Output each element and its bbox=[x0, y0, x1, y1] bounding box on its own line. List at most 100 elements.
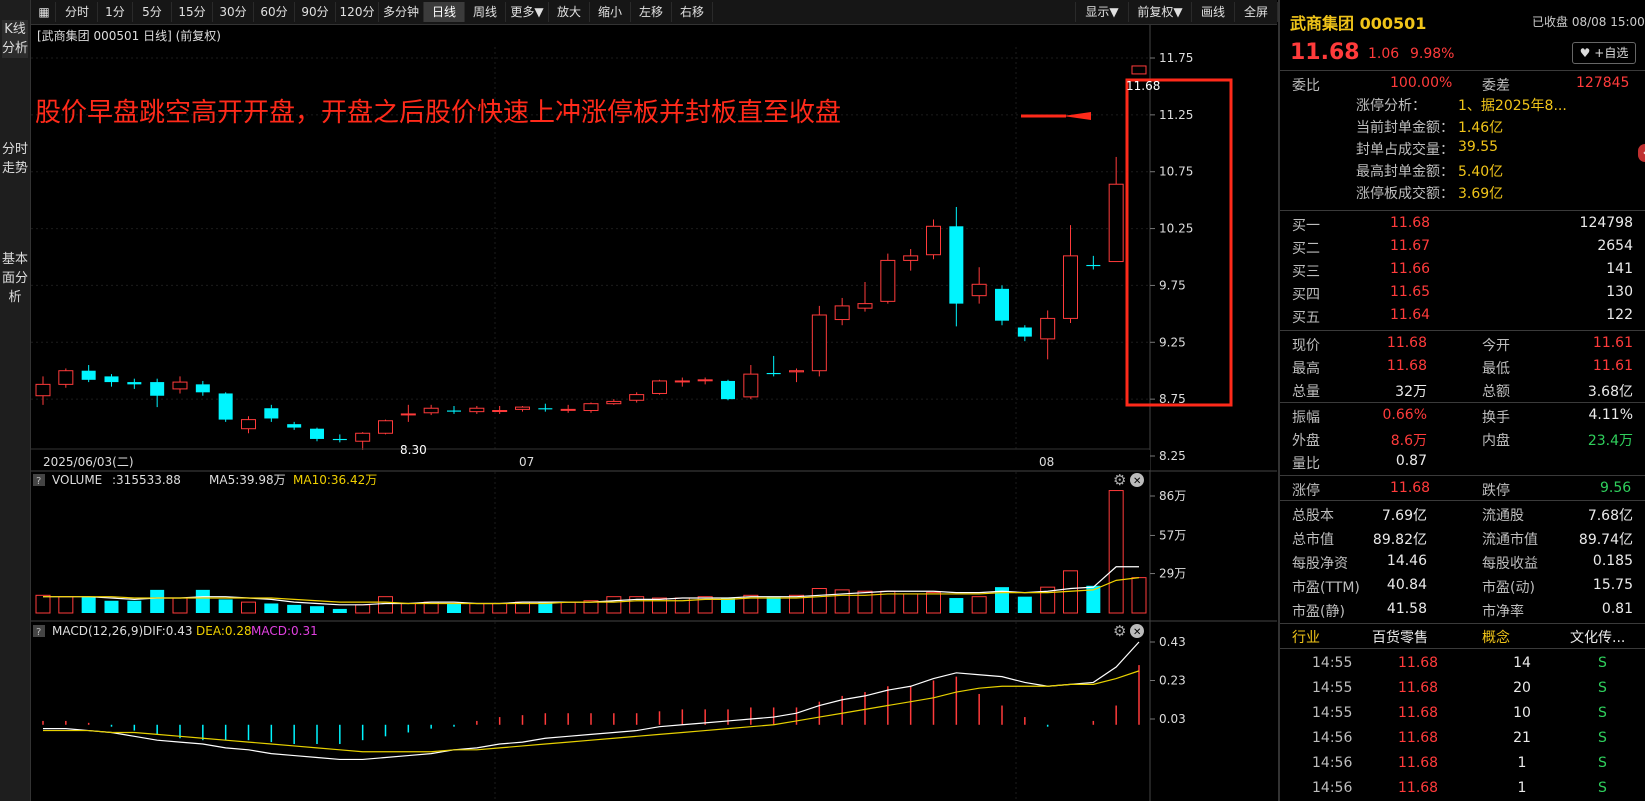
heart-icon: ♥ bbox=[1579, 46, 1591, 60]
candle-body bbox=[1017, 327, 1032, 337]
toolbar-item-12[interactable]: 放大 bbox=[549, 2, 590, 22]
add-watchlist-button[interactable]: ♥ +自选 bbox=[1572, 42, 1636, 64]
toolbar-item-9[interactable]: 日线 bbox=[424, 2, 465, 22]
chart-area[interactable]: [武商集团 000501 日线] (前复权) 11.75 11.25 10.75 10… bbox=[31, 25, 1277, 801]
quote1-row: 最高 11.68 最低 11.61 bbox=[1292, 358, 1633, 377]
limit-row: 封单占成交量： 39.55 bbox=[1356, 139, 1499, 158]
toolbar-item-5[interactable]: 60分 bbox=[254, 2, 295, 22]
candle-body bbox=[310, 428, 324, 439]
candle-body bbox=[127, 382, 142, 385]
volume-tick-label: 57万 bbox=[1159, 528, 1186, 542]
candle-body bbox=[81, 370, 96, 380]
volume-bar bbox=[355, 604, 371, 614]
candle-body bbox=[332, 438, 347, 441]
macd-value: MACD:0.31 bbox=[251, 624, 318, 638]
divider bbox=[1280, 500, 1645, 501]
candle-body bbox=[58, 370, 74, 385]
industry-value[interactable]: 百货零售 bbox=[1372, 627, 1428, 647]
bid-row[interactable]: 买一 11.68 124798 bbox=[1280, 212, 1645, 236]
toolbar-item-7[interactable]: 120分 bbox=[336, 2, 379, 22]
candle-body bbox=[287, 424, 302, 428]
candle-body bbox=[880, 259, 896, 302]
toolbar-item-6[interactable]: 90分 bbox=[295, 2, 336, 22]
divider bbox=[1280, 475, 1645, 476]
candle-body bbox=[834, 305, 850, 321]
tab-fundamentals[interactable]: 基本面分析 bbox=[2, 250, 28, 307]
quote2-row: 振幅 0.66% 换手 4.11% bbox=[1292, 407, 1633, 426]
tick-row: 14:55 11.68 10 S bbox=[1312, 705, 1607, 721]
bid-row[interactable]: 买五 11.64 122 bbox=[1280, 304, 1645, 328]
toolbar-item-0[interactable]: 分时 bbox=[57, 2, 98, 22]
volume-bar bbox=[606, 596, 622, 614]
candle-body bbox=[674, 380, 690, 383]
toolbar-item-8[interactable]: 多分钟 bbox=[379, 2, 424, 22]
toolbar-item-10[interactable]: 周线 bbox=[465, 2, 506, 22]
toolbar-right-item-1[interactable]: 前复权▼ bbox=[1128, 2, 1192, 22]
candle-body bbox=[104, 376, 119, 383]
price-tick-label: 8.25 bbox=[1159, 449, 1186, 463]
toolbar-right-item-2[interactable]: 画线 bbox=[1191, 2, 1235, 22]
toolbar-item-14[interactable]: 左移 bbox=[631, 2, 672, 22]
date-label-august: 08 bbox=[1039, 455, 1054, 469]
tab-intraday[interactable]: 分时走势 bbox=[2, 140, 28, 178]
volume-bar bbox=[492, 602, 508, 614]
toolbar-item-2[interactable]: 5分 bbox=[133, 2, 172, 22]
candle-body bbox=[538, 408, 553, 410]
toolbar-item-1[interactable]: 1分 bbox=[98, 2, 133, 22]
volume-bar bbox=[1017, 596, 1032, 613]
toolbar-item-11[interactable]: 更多▼ bbox=[506, 2, 549, 22]
collapse-arrow-icon[interactable]: ‹ bbox=[1638, 144, 1645, 162]
tick-row: 14:55 11.68 14 S bbox=[1312, 655, 1607, 671]
bid-row[interactable]: 买四 11.65 130 bbox=[1280, 281, 1645, 305]
candle-body bbox=[1108, 183, 1124, 263]
tab-k-line[interactable]: K线分析 bbox=[2, 20, 28, 58]
bid-row[interactable]: 买三 11.66 141 bbox=[1280, 258, 1645, 282]
candle-body bbox=[172, 381, 188, 390]
toolbar-item-4[interactable]: 30分 bbox=[213, 2, 254, 22]
volume-bar bbox=[264, 603, 279, 613]
tick-row: 14:56 11.68 1 S bbox=[1312, 780, 1607, 796]
fund-row: 总股本 7.69亿 流通股 7.68亿 bbox=[1292, 508, 1633, 524]
macd-settings-icon[interactable]: ⚙ bbox=[1113, 622, 1126, 640]
candle-body bbox=[1040, 317, 1056, 340]
limit-price-row: 涨停 11.68 跌停 9.56 bbox=[1292, 480, 1632, 499]
price-change: 1.06 bbox=[1368, 46, 1400, 62]
volume-bar bbox=[310, 606, 324, 613]
toolbar-right-item-3[interactable]: 全屏 bbox=[1234, 2, 1278, 22]
volume-bar bbox=[721, 598, 735, 613]
volume-bar bbox=[400, 602, 416, 614]
volume-bar bbox=[560, 601, 576, 614]
market-status: 已收盘 08/08 15:00 bbox=[1532, 15, 1645, 29]
toolbar-item-15[interactable]: 右移 bbox=[672, 2, 713, 22]
volume-bar bbox=[218, 599, 233, 613]
toolbar-item-3[interactable]: 15分 bbox=[172, 2, 213, 22]
fund-row: 市盈(静) 41.58 市净率 0.81 bbox=[1292, 601, 1633, 620]
volume-bar bbox=[58, 596, 74, 614]
candle-body bbox=[264, 408, 279, 419]
low-price-label: 8.30 bbox=[400, 443, 427, 457]
industry-label: 行业 bbox=[1292, 630, 1320, 646]
candle-body bbox=[697, 379, 713, 382]
toolbar-right-item-0[interactable]: 显示▼ bbox=[1075, 2, 1129, 22]
grid-menu-icon[interactable]: ▦ bbox=[33, 2, 56, 22]
volume-close-glyph: ✕ bbox=[1133, 476, 1141, 487]
volume-bar bbox=[469, 602, 485, 614]
bid-row[interactable]: 买二 11.67 2654 bbox=[1280, 235, 1645, 259]
quote2-row: 量比 0.87 bbox=[1292, 453, 1427, 472]
volume-bar bbox=[332, 608, 347, 613]
macd-dea: DEA:0.28 bbox=[196, 624, 252, 638]
toolbar-item-13[interactable]: 缩小 bbox=[590, 2, 631, 22]
volume-bar bbox=[150, 589, 165, 613]
fund-row: 总市值 89.82亿 流通市值 89.74亿 bbox=[1292, 532, 1633, 548]
volume-settings-icon[interactable]: ⚙ bbox=[1113, 471, 1126, 489]
quote1-row: 现价 11.68 今开 11.61 bbox=[1292, 335, 1633, 354]
candle-body bbox=[971, 283, 987, 297]
volume-bar bbox=[195, 589, 210, 613]
price-change-pct: 9.98% bbox=[1410, 46, 1455, 62]
candle-body bbox=[903, 255, 919, 261]
macd-tick-label: 0.23 bbox=[1159, 674, 1186, 688]
candle-body bbox=[721, 380, 735, 400]
concept-value[interactable]: 文化传... bbox=[1570, 627, 1625, 647]
candle-body bbox=[355, 432, 371, 442]
limit-row: 涨停板成交额： 3.69亿 bbox=[1356, 186, 1504, 202]
